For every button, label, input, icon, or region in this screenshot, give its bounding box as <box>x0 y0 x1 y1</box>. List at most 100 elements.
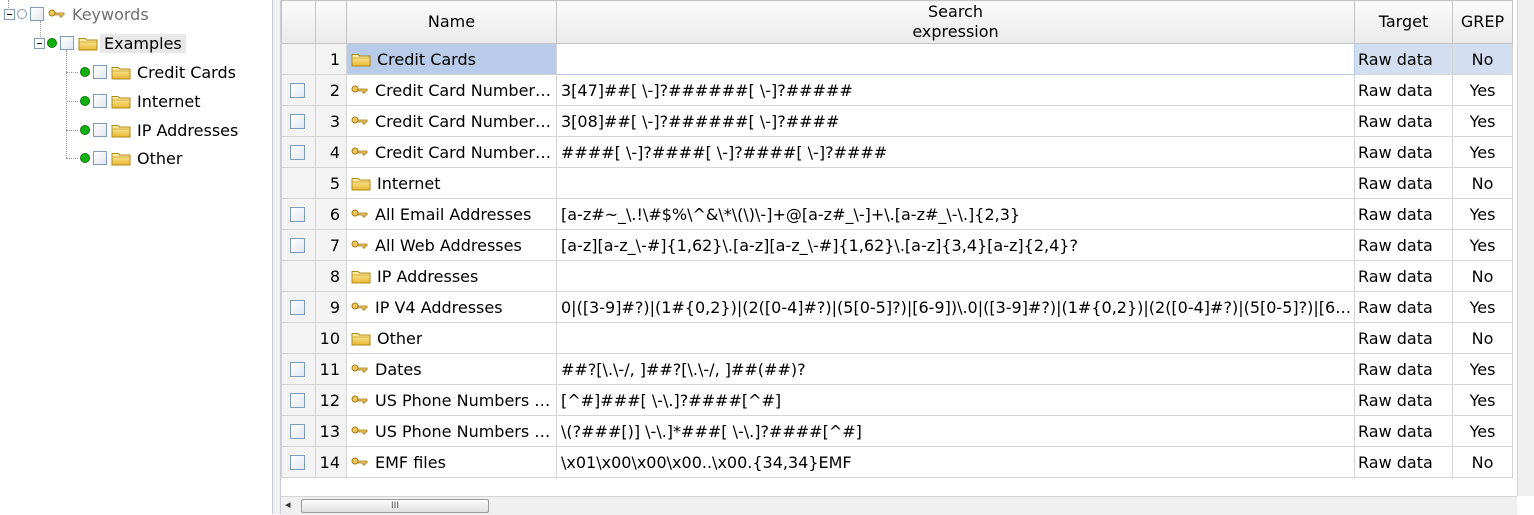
row-name-cell[interactable]: Credit Cards <box>346 43 557 75</box>
row-target[interactable]: Raw data <box>1354 74 1453 106</box>
pane-splitter[interactable] <box>273 0 281 514</box>
table-row[interactable]: 2 Credit Card Number… 3[47]##[ \-]?######[… <box>281 74 1513 106</box>
row-grep[interactable]: No <box>1452 260 1513 292</box>
row-expression[interactable]: [a-z][a-z_\-#]{1,62}\.[a-z][a-z_\-#]{1,6… <box>556 229 1355 261</box>
row-grep[interactable]: Yes <box>1452 291 1513 323</box>
row-target[interactable]: Raw data <box>1354 198 1453 230</box>
table-row[interactable]: 8 IP Addresses Raw data No <box>281 260 1513 292</box>
row-expression[interactable] <box>556 167 1355 199</box>
row-target[interactable]: Raw data <box>1354 446 1453 478</box>
row-checkbox-cell[interactable] <box>281 74 316 106</box>
table-row[interactable]: 13 US Phone Numbers … \(?###[)] \-\.]*###[… <box>281 415 1513 447</box>
tree-checkbox[interactable] <box>93 123 107 137</box>
row-checkbox-cell[interactable] <box>281 260 316 292</box>
row-expression[interactable]: \x01\x00\x00\x00..\x00.{34,34}EMF <box>556 446 1355 478</box>
row-expression[interactable]: ####[ \-]?####[ \-]?####[ \-]?#### <box>556 136 1355 168</box>
row-name-cell[interactable]: IP Addresses <box>346 260 557 292</box>
row-checkbox-cell[interactable] <box>281 167 316 199</box>
tree-node-internet[interactable]: Internet <box>80 90 205 112</box>
row-checkbox[interactable] <box>290 144 305 160</box>
row-checkbox-cell[interactable] <box>281 446 316 478</box>
table-row[interactable]: 1 Credit Cards Raw data No <box>281 43 1513 75</box>
row-checkbox[interactable] <box>290 392 305 408</box>
row-grep[interactable]: Yes <box>1452 74 1513 106</box>
row-checkbox-cell[interactable] <box>281 198 316 230</box>
row-expression[interactable]: ##?[\.\-/, ]##?[\.\-/, ]##(##)? <box>556 353 1355 385</box>
row-target[interactable]: Raw data <box>1354 105 1453 137</box>
row-checkbox-cell[interactable] <box>281 43 316 75</box>
collapse-toggle-icon[interactable] <box>34 37 45 49</box>
row-checkbox[interactable] <box>290 423 305 439</box>
row-grep[interactable]: Yes <box>1452 105 1513 137</box>
header-search-expression[interactable]: Search expression <box>556 0 1355 44</box>
row-target[interactable]: Raw data <box>1354 415 1453 447</box>
row-grep[interactable]: No <box>1452 446 1513 478</box>
row-name-cell[interactable]: Credit Card Number… <box>346 136 557 168</box>
row-grep[interactable]: Yes <box>1452 384 1513 416</box>
horizontal-scrollbar[interactable]: ◂ III <box>281 496 1517 515</box>
row-checkbox-cell[interactable] <box>281 229 316 261</box>
row-grep[interactable]: No <box>1452 167 1513 199</box>
tree-checkbox[interactable] <box>93 94 107 108</box>
row-grep[interactable]: Yes <box>1452 415 1513 447</box>
scrollbar-thumb[interactable]: III <box>301 499 489 513</box>
row-target[interactable]: Raw data <box>1354 43 1453 75</box>
row-target[interactable]: Raw data <box>1354 260 1453 292</box>
row-expression[interactable]: [^#]###[ \-\.]?####[^#] <box>556 384 1355 416</box>
tree-node-other[interactable]: Other <box>80 147 186 169</box>
row-name-cell[interactable]: Credit Card Number… <box>346 74 557 106</box>
table-row[interactable]: 5 Internet Raw data No <box>281 167 1513 199</box>
table-row[interactable]: 9 IP V4 Addresses 0|([3-9]#?)|(1#{0,2})|(2… <box>281 291 1513 323</box>
tree-node-ip-addresses[interactable]: IP Addresses <box>80 119 242 141</box>
table-row[interactable]: 10 Other Raw data No <box>281 322 1513 354</box>
row-expression[interactable]: 0|([3-9]#?)|(1#{0,2})|(2([0-4]#?)|(5[0-5… <box>556 291 1355 323</box>
table-row[interactable]: 3 Credit Card Number… 3[08]##[ \-]?######[… <box>281 105 1513 137</box>
table-row[interactable]: 4 Credit Card Number… ####[ \-]?####[ \-]?… <box>281 136 1513 168</box>
row-expression[interactable] <box>556 43 1355 75</box>
row-checkbox[interactable] <box>290 361 305 377</box>
row-expression[interactable] <box>556 260 1355 292</box>
header-checkbox-column[interactable] <box>281 0 316 44</box>
row-expression[interactable]: 3[08]##[ \-]?######[ \-]?#### <box>556 105 1355 137</box>
row-checkbox[interactable] <box>290 113 305 129</box>
tree-node-credit-cards[interactable]: Credit Cards <box>80 61 240 83</box>
row-grep[interactable]: Yes <box>1452 353 1513 385</box>
row-checkbox-cell[interactable] <box>281 384 316 416</box>
collapse-toggle-icon[interactable] <box>4 8 15 20</box>
vertical-scrollbar[interactable] <box>1517 0 1534 496</box>
row-expression[interactable] <box>556 322 1355 354</box>
row-expression[interactable]: 3[47]##[ \-]?######[ \-]?##### <box>556 74 1355 106</box>
row-name-cell[interactable]: US Phone Numbers … <box>346 384 557 416</box>
table-row[interactable]: 14 EMF files \x01\x00\x00\x00..\x00.{34,3… <box>281 446 1513 478</box>
table-row[interactable]: 7 All Web Addresses [a-z][a-z_\-#]{1,62}\.… <box>281 229 1513 261</box>
row-name-cell[interactable]: US Phone Numbers … <box>346 415 557 447</box>
tree-checkbox[interactable] <box>30 7 44 21</box>
row-checkbox-cell[interactable] <box>281 322 316 354</box>
row-checkbox-cell[interactable] <box>281 353 316 385</box>
row-expression[interactable]: [a-z#~_\.!\#$%\^&\*\(\)\-]+@[a-z#_\-]+\.… <box>556 198 1355 230</box>
row-grep[interactable]: Yes <box>1452 198 1513 230</box>
tree-checkbox[interactable] <box>93 65 107 79</box>
row-checkbox-cell[interactable] <box>281 291 316 323</box>
row-grep[interactable]: No <box>1452 322 1513 354</box>
table-row[interactable]: 11 Dates ##?[\.\-/, ]##?[\.\-/, ]##(##)? Ra… <box>281 353 1513 385</box>
row-checkbox[interactable] <box>290 454 305 470</box>
row-checkbox-cell[interactable] <box>281 415 316 447</box>
header-grep[interactable]: GREP <box>1452 0 1513 44</box>
row-target[interactable]: Raw data <box>1354 384 1453 416</box>
tree-checkbox[interactable] <box>60 36 74 50</box>
row-name-cell[interactable]: EMF files <box>346 446 557 478</box>
row-checkbox[interactable] <box>290 82 305 98</box>
row-name-cell[interactable]: All Web Addresses <box>346 229 557 261</box>
tree-node-keywords[interactable]: Keywords <box>4 3 153 25</box>
row-grep[interactable]: Yes <box>1452 229 1513 261</box>
table-row[interactable]: 12 US Phone Numbers … [^#]###[ \-\.]?####[… <box>281 384 1513 416</box>
row-grep[interactable]: Yes <box>1452 136 1513 168</box>
row-grep[interactable]: No <box>1452 43 1513 75</box>
header-number-column[interactable] <box>315 0 347 44</box>
row-target[interactable]: Raw data <box>1354 229 1453 261</box>
row-name-cell[interactable]: Credit Card Number… <box>346 105 557 137</box>
row-checkbox-cell[interactable] <box>281 105 316 137</box>
row-expression[interactable]: \(?###[)] \-\.]*###[ \-\.]?####[^#] <box>556 415 1355 447</box>
table-row[interactable]: 6 All Email Addresses [a-z#~_\.!\#$%\^&\*\… <box>281 198 1513 230</box>
